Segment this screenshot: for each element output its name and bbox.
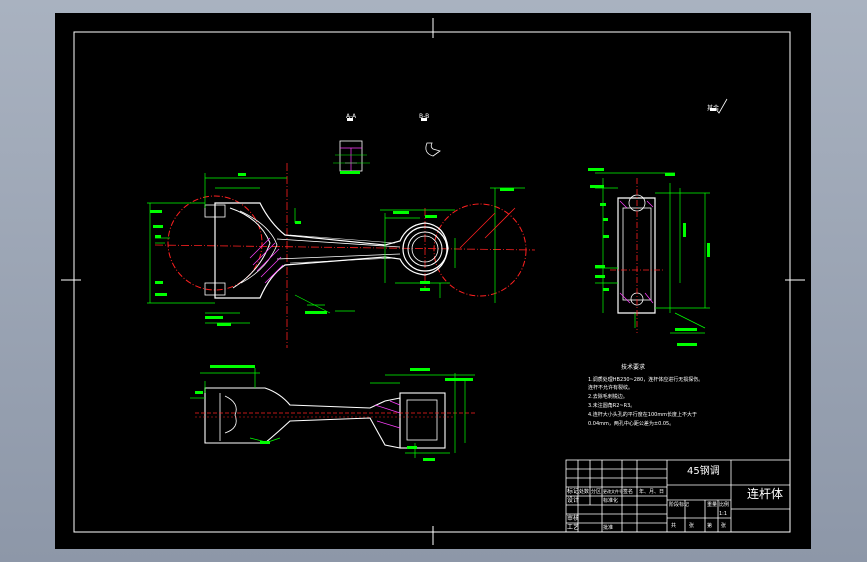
sheet-total: 共 bbox=[671, 523, 677, 529]
big-end-hatch bbox=[249, 237, 284, 284]
row-label-process: 工艺 bbox=[567, 524, 580, 531]
note-line-3: 2.去除毛刺锐边。 bbox=[588, 394, 628, 400]
stage-mark-label: 阶段标记 bbox=[669, 502, 690, 508]
side-view bbox=[588, 168, 710, 346]
scale-value: 1:1 bbox=[719, 511, 728, 517]
section-a bbox=[333, 118, 370, 174]
row-label-mark: 标记 bbox=[567, 488, 580, 495]
roughness-label: 其余 bbox=[707, 105, 720, 112]
header-date: 年、月、日 bbox=[639, 489, 665, 495]
header-zone: 分区 bbox=[591, 489, 602, 495]
note-line-6: 0.04mm，两孔中心距公差为±0.05。 bbox=[588, 421, 675, 427]
section-b bbox=[421, 118, 441, 157]
sheet-index-unit: 张 bbox=[721, 523, 727, 529]
cad-viewport[interactable]: 技术要求 1.调质处理HB230~280，连杆体应进行无损探伤。 连杆不允许有裂… bbox=[0, 0, 867, 562]
sheet-total-unit: 张 bbox=[689, 523, 695, 529]
note-line-1: 1.调质处理HB230~280，连杆体应进行无损探伤。 bbox=[588, 377, 704, 383]
scale-label: 比例 bbox=[719, 502, 730, 508]
row-label-review: 审核 bbox=[567, 515, 580, 522]
note-line-5: 4.连杆大小头孔的平行度在100mm长度上不大于 bbox=[588, 412, 698, 418]
inner-frame bbox=[73, 31, 791, 533]
row-label-design: 设计 bbox=[567, 497, 580, 504]
bottom-view bbox=[190, 365, 475, 461]
approve-label: 批准 bbox=[603, 525, 614, 531]
material-label: 45钢调 bbox=[687, 466, 720, 477]
std-label: 标准化 bbox=[603, 498, 619, 504]
front-view bbox=[147, 163, 536, 348]
weight-label: 重量 bbox=[707, 502, 718, 508]
sheet-index: 第 bbox=[707, 523, 713, 529]
note-line-2: 连杆不允许有裂纹。 bbox=[588, 385, 634, 391]
section-a-label: A-A bbox=[346, 113, 357, 120]
header-doc: 更改文件号 bbox=[603, 489, 623, 494]
section-b-label: B-B bbox=[419, 113, 430, 120]
notes-heading: 技术要求 bbox=[621, 364, 646, 371]
header-sign: 签名 bbox=[623, 489, 634, 495]
note-line-4: 3.未注圆角R2~R3。 bbox=[588, 403, 636, 409]
part-name: 连杆体 bbox=[747, 487, 784, 501]
drawing-sheet[interactable]: 技术要求 1.调质处理HB230~280，连杆体应进行无损探伤。 连杆不允许有裂… bbox=[55, 13, 811, 549]
header-count: 处数 bbox=[579, 489, 590, 495]
front-dimensions bbox=[147, 173, 525, 324]
